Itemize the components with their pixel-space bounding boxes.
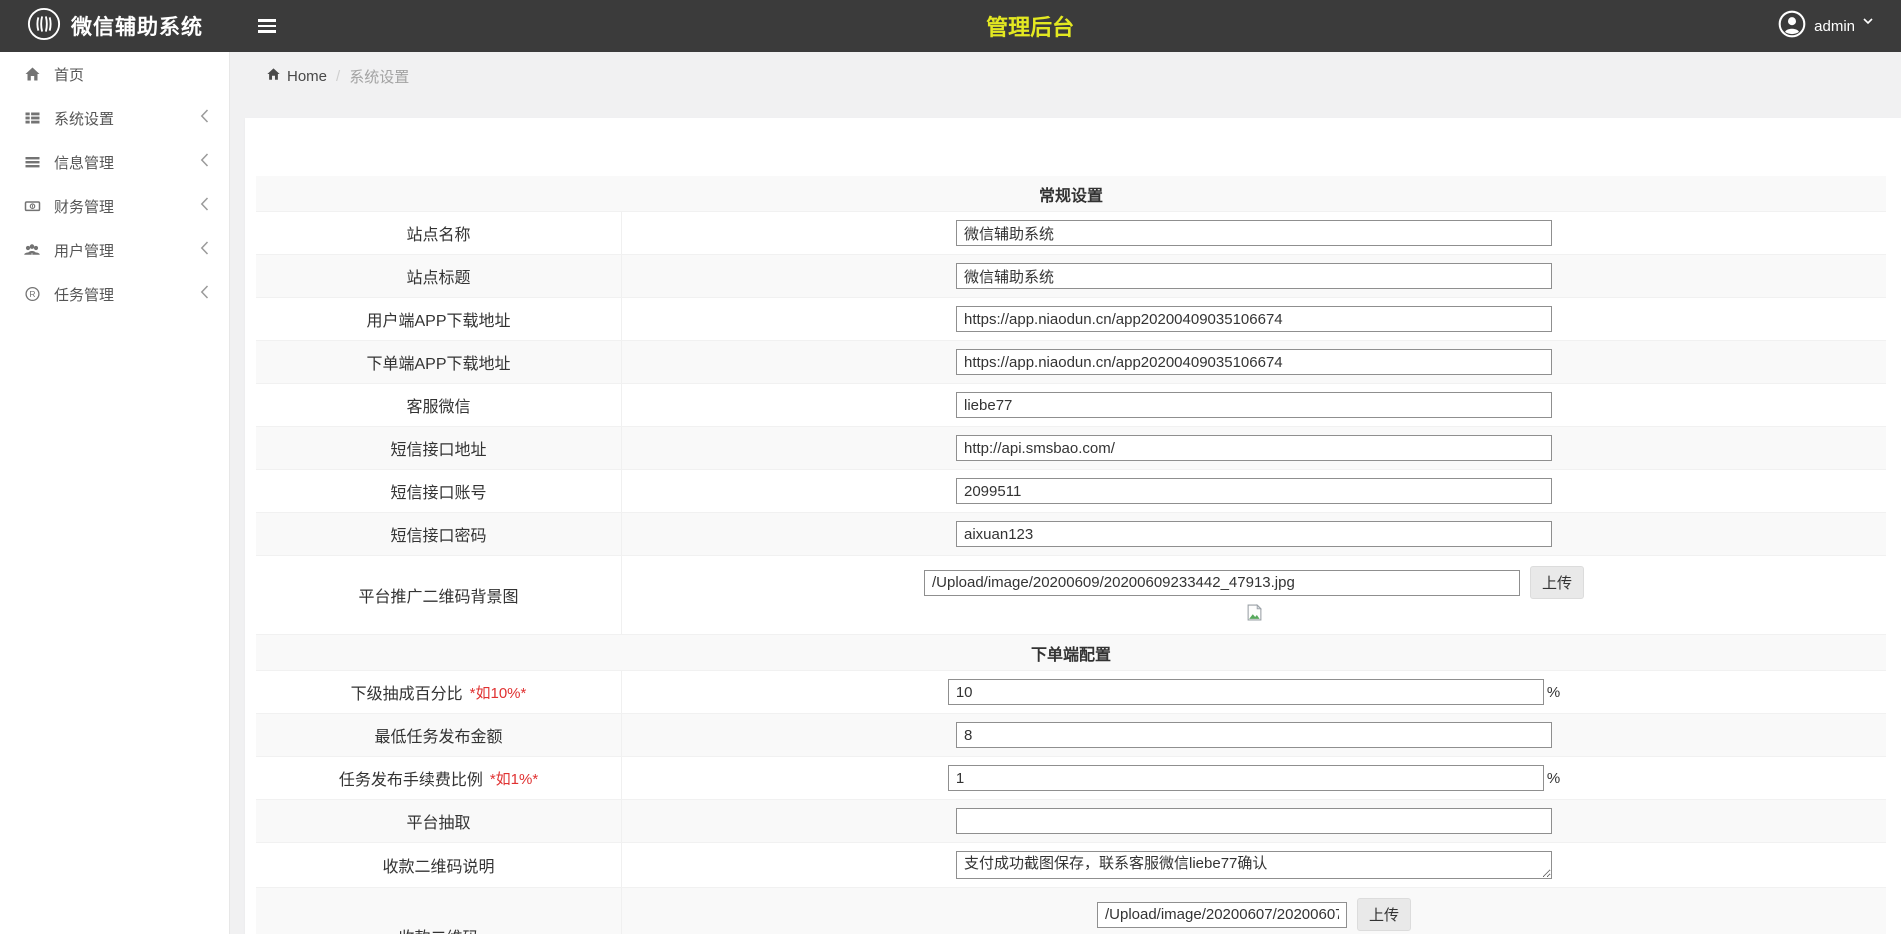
field-label: 平台抽取: [256, 800, 622, 842]
field-label: 客服微信: [256, 384, 622, 426]
sidebar-item-user-management[interactable]: 用户管理: [0, 228, 229, 272]
commission-percent-input[interactable]: [948, 679, 1544, 705]
home-icon: [22, 66, 42, 82]
field-label: 短信接口账号: [256, 470, 622, 512]
row-commission-percent: 下级抽成百分比*如10%* %: [256, 671, 1886, 714]
row-min-task-amount: 最低任务发布金额: [256, 714, 1886, 757]
breadcrumb: Home / 系统设置: [230, 52, 1901, 100]
top-bar: 微信辅助系统 管理后台 admin: [0, 0, 1901, 52]
sidebar-item-system-settings[interactable]: 系统设置: [0, 96, 229, 140]
chevron-left-icon: [200, 153, 209, 172]
percent-suffix: %: [1547, 684, 1560, 701]
chevron-left-icon: [200, 285, 209, 304]
home-icon: [266, 67, 281, 85]
task-fee-percent-input[interactable]: [948, 765, 1544, 791]
row-payment-qr-desc: 收款二维码说明 支付成功截图保存，联系客服微信liebe77确认: [256, 843, 1886, 888]
service-wechat-input[interactable]: [956, 392, 1552, 418]
field-label: 收款二维码: [256, 888, 622, 934]
row-promo-qr-bg: 平台推广二维码背景图 上传: [256, 556, 1886, 635]
brand-logo-icon: [27, 7, 61, 46]
sms-api-url-input[interactable]: [956, 435, 1552, 461]
payment-qr-upload-button[interactable]: 上传: [1357, 898, 1411, 931]
breadcrumb-current: 系统设置: [349, 66, 409, 87]
site-title-input[interactable]: [956, 263, 1552, 289]
row-payment-qr: 收款二维码 上传: [256, 888, 1886, 934]
sms-password-input[interactable]: [956, 521, 1552, 547]
sidebar-item-finance-management[interactable]: 财务管理: [0, 184, 229, 228]
list-icon: [22, 154, 42, 170]
broken-image-icon: [1246, 604, 1263, 626]
field-label: 短信接口密码: [256, 513, 622, 555]
section-header-order-config: 下单端配置: [256, 635, 1886, 671]
row-platform-cut: 平台抽取: [256, 800, 1886, 843]
row-sms-api-url: 短信接口地址: [256, 427, 1886, 470]
field-hint: *如1%*: [490, 768, 538, 789]
min-task-amount-input[interactable]: [956, 722, 1552, 748]
chevron-down-icon: [1863, 12, 1873, 30]
percent-suffix: %: [1547, 770, 1560, 787]
promo-qr-upload-button[interactable]: 上传: [1530, 566, 1584, 599]
th-list-icon: [22, 110, 42, 126]
sms-account-input[interactable]: [956, 478, 1552, 504]
row-user-app-url: 用户端APP下载地址: [256, 298, 1886, 341]
field-label: 站点标题: [256, 255, 622, 297]
field-label: 下级抽成百分比*如10%*: [256, 671, 622, 713]
order-app-url-input[interactable]: [956, 349, 1552, 375]
settings-card: 常规设置 站点名称 站点标题 用户端APP下载地址 下单端APP下载地址 客服微…: [245, 118, 1901, 934]
field-label: 用户端APP下载地址: [256, 298, 622, 340]
field-label: 任务发布手续费比例*如1%*: [256, 757, 622, 799]
sidebar-toggle-button[interactable]: [252, 13, 282, 39]
chevron-left-icon: [200, 197, 209, 216]
field-label: 短信接口地址: [256, 427, 622, 469]
money-icon: [22, 198, 42, 214]
payment-qr-desc-textarea[interactable]: 支付成功截图保存，联系客服微信liebe77确认: [956, 851, 1552, 879]
field-label: 收款二维码说明: [256, 843, 622, 887]
field-label: 平台推广二维码背景图: [256, 556, 622, 634]
brand-title: 微信辅助系统: [71, 11, 203, 41]
row-sms-account: 短信接口账号: [256, 470, 1886, 513]
breadcrumb-home-link[interactable]: Home: [266, 67, 327, 85]
user-app-url-input[interactable]: [956, 306, 1552, 332]
platform-cut-input[interactable]: [956, 808, 1552, 834]
main-content: Home / 系统设置 常规设置 站点名称 站点标题 用户端APP下载地址: [230, 52, 1901, 934]
sidebar: 首页 系统设置 信息管理: [0, 52, 230, 934]
row-site-name: 站点名称: [256, 212, 1886, 255]
brand-link[interactable]: 微信辅助系统: [0, 7, 230, 46]
user-avatar-icon: [1778, 10, 1806, 43]
payment-qr-input[interactable]: [1097, 902, 1347, 928]
site-name-input[interactable]: [956, 220, 1552, 246]
svg-text:R: R: [29, 289, 35, 299]
section-header-general: 常规设置: [256, 176, 1886, 212]
sidebar-item-task-management[interactable]: R 任务管理: [0, 272, 229, 316]
breadcrumb-separator: /: [336, 68, 340, 85]
user-menu[interactable]: admin: [1778, 10, 1873, 43]
row-task-fee-percent: 任务发布手续费比例*如1%* %: [256, 757, 1886, 800]
page-title: 管理后台: [282, 10, 1778, 42]
row-service-wechat: 客服微信: [256, 384, 1886, 427]
promo-qr-bg-input[interactable]: [924, 570, 1520, 596]
field-label: 站点名称: [256, 212, 622, 254]
field-hint: *如10%*: [470, 682, 527, 703]
field-label: 下单端APP下载地址: [256, 341, 622, 383]
users-icon: [22, 242, 42, 258]
sidebar-item-home[interactable]: 首页: [0, 52, 229, 96]
username-label: admin: [1814, 18, 1855, 35]
registered-icon: R: [22, 286, 42, 302]
row-order-app-url: 下单端APP下载地址: [256, 341, 1886, 384]
field-label: 最低任务发布金额: [256, 714, 622, 756]
chevron-left-icon: [200, 241, 209, 260]
row-site-title: 站点标题: [256, 255, 1886, 298]
sidebar-item-info-management[interactable]: 信息管理: [0, 140, 229, 184]
chevron-left-icon: [200, 109, 209, 128]
row-sms-password: 短信接口密码: [256, 513, 1886, 556]
